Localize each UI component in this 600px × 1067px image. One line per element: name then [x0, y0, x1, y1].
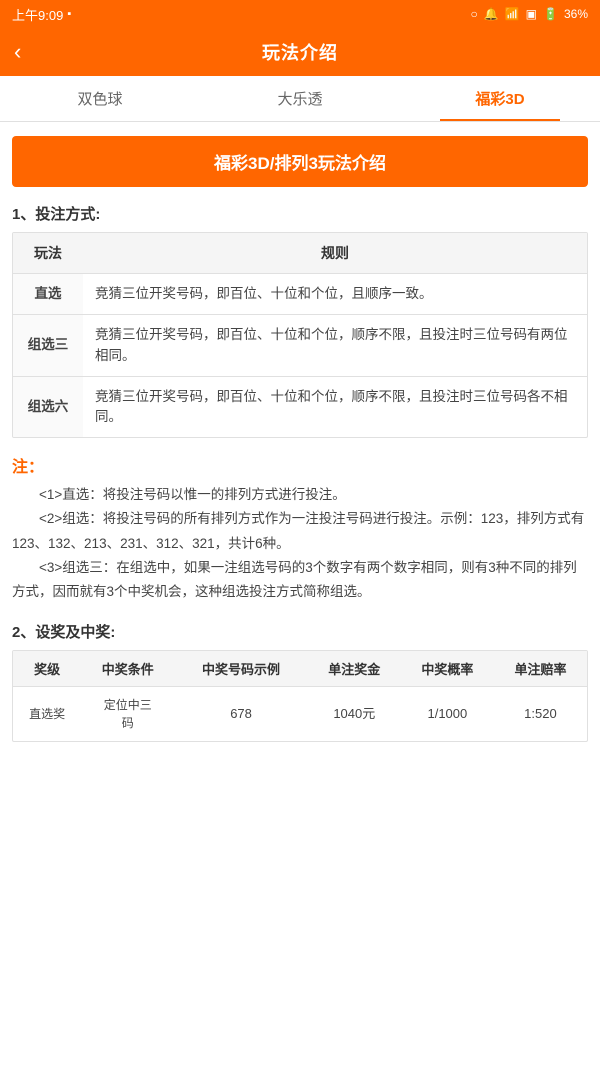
play-rule-2: 竞猜三位开奖号码，即百位、十位和个位，顺序不限，且投注时三位号码有两位相同。 [83, 315, 587, 377]
play-table-wrap: 玩法 规则 直选 竞猜三位开奖号码，即百位、十位和个位，且顺序一致。 组选三 竞… [12, 232, 588, 438]
note-item-2: <2>组选：将投注号码的所有排列方式作为一注投注号码进行投注。示例：123，排列… [12, 507, 588, 556]
prize-prob-1: 1/1000 [401, 686, 494, 741]
prize-example-1: 678 [174, 686, 307, 741]
content-area: 福彩3D/排列3玩法介绍 1、投注方式: 玩法 规则 直选 竞猜三位开奖号码，即… [0, 122, 600, 756]
tab-bar: 双色球 大乐透 福彩3D [0, 76, 600, 122]
prize-table-row: 直选奖 定位中三码 678 1040元 1/1000 1:520 [13, 686, 587, 741]
alarm-icon: ○ [471, 7, 478, 21]
tab-daletou[interactable]: 大乐透 [200, 76, 400, 121]
prize-col-level: 奖级 [13, 651, 81, 687]
header: ‹ 玩法介绍 [0, 28, 600, 76]
prize-col-probability: 中奖概率 [401, 651, 494, 687]
prize-table: 奖级 中奖条件 中奖号码示例 单注奖金 中奖概率 单注赔率 直选奖 定位中三码 [13, 651, 587, 741]
status-bar: 上午9:09 ▪ ○ 🔔 📶 ▣ 🔋 36% [0, 0, 600, 28]
tab-fucai3d[interactable]: 福彩3D [400, 76, 600, 121]
play-rule-3: 竞猜三位开奖号码，即百位、十位和个位，顺序不限，且投注时三位号码各不相同。 [83, 376, 587, 437]
play-table: 玩法 规则 直选 竞猜三位开奖号码，即百位、十位和个位，且顺序一致。 组选三 竞… [13, 233, 587, 437]
play-name-3: 组选六 [13, 376, 83, 437]
bell-icon: 🔔 [484, 7, 499, 21]
tab-shuangseqiu[interactable]: 双色球 [0, 76, 200, 121]
note-item-3: <3>组选三：在组选中，如果一注组选号码的3个数字有两个数字相同，则有3种不同的… [12, 556, 588, 605]
back-button[interactable]: ‹ [14, 39, 21, 65]
prize-ratio-1: 1:520 [494, 686, 587, 741]
prize-condition-1: 定位中三码 [81, 686, 174, 741]
col-header-play: 玩法 [13, 233, 83, 274]
section1-title: 1、投注方式: [12, 203, 588, 224]
play-name-2: 组选三 [13, 315, 83, 377]
banner: 福彩3D/排列3玩法介绍 [12, 136, 588, 187]
page-title: 玩法介绍 [262, 39, 338, 65]
table-row: 组选三 竞猜三位开奖号码，即百位、十位和个位，顺序不限，且投注时三位号码有两位相… [13, 315, 587, 377]
prize-col-prize: 单注奖金 [308, 651, 401, 687]
prize-level-1: 直选奖 [13, 686, 81, 741]
prize-table-wrap: 奖级 中奖条件 中奖号码示例 单注奖金 中奖概率 单注赔率 直选奖 定位中三码 [12, 650, 588, 742]
col-header-rule: 规则 [83, 233, 587, 274]
prize-col-example: 中奖号码示例 [174, 651, 307, 687]
battery-text: 36% [564, 7, 588, 21]
table-row: 组选六 竞猜三位开奖号码，即百位、十位和个位，顺序不限，且投注时三位号码各不相同… [13, 376, 587, 437]
time-text: 上午9:09 [12, 5, 63, 24]
section2-title: 2、设奖及中奖: [12, 621, 588, 642]
prize-col-ratio: 单注赔率 [494, 651, 587, 687]
level-text: 直选奖 [17, 705, 77, 723]
prize-col-condition: 中奖条件 [81, 651, 174, 687]
condition-text: 定位中三码 [85, 696, 170, 732]
sim-icon: ▪ [67, 8, 71, 20]
play-rule-1: 竞猜三位开奖号码，即百位、十位和个位，且顺序一致。 [83, 274, 587, 315]
status-icons: ○ 🔔 📶 ▣ 🔋 36% [471, 7, 588, 21]
note-label: 注： [12, 459, 44, 476]
wifi-icon: 📶 [505, 7, 520, 21]
table-row: 直选 竞猜三位开奖号码，即百位、十位和个位，且顺序一致。 [13, 274, 587, 315]
play-name-1: 直选 [13, 274, 83, 315]
prize-amount-1: 1040元 [308, 686, 401, 741]
notes-section: 注： <1>直选：将投注号码以惟一的排列方式进行投注。 <2>组选：将投注号码的… [12, 454, 588, 604]
signal-icon: ▣ [526, 7, 537, 21]
battery-icon: 🔋 [543, 7, 558, 21]
status-time: 上午9:09 ▪ [12, 5, 71, 24]
note-item-1: <1>直选：将投注号码以惟一的排列方式进行投注。 [12, 483, 588, 507]
